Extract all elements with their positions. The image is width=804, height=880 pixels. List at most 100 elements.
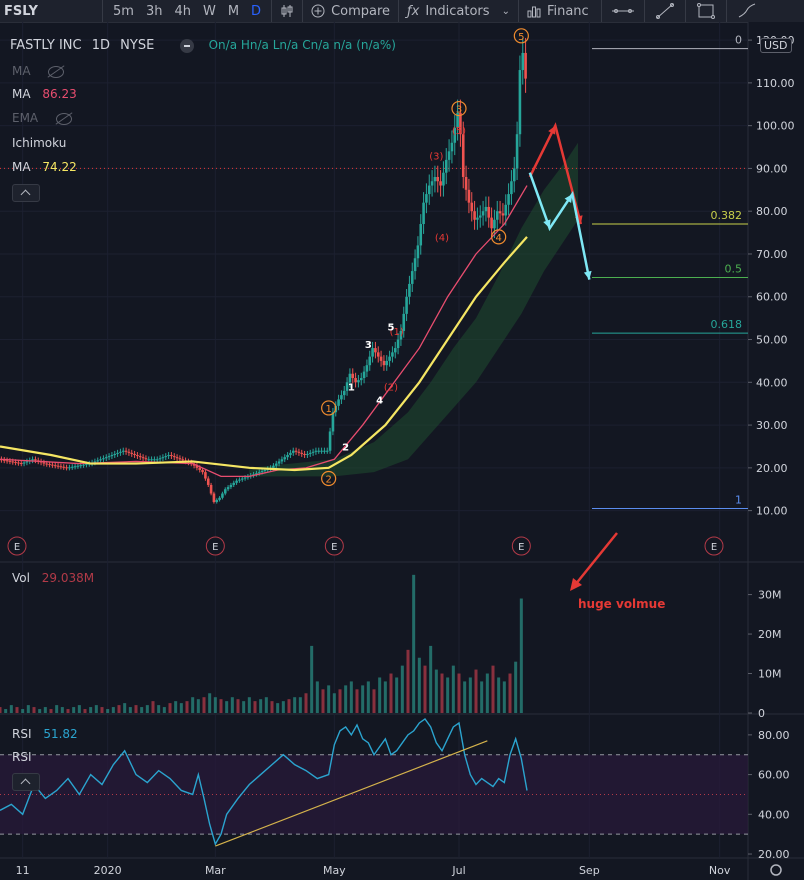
eye-hidden-icon[interactable]	[55, 112, 72, 125]
candle-body	[147, 459, 151, 461]
candle-body	[442, 172, 445, 186]
rsi-legend[interactable]: RSI 51.82	[12, 727, 78, 741]
candle-body	[277, 461, 281, 464]
time-axis-label: 11	[16, 864, 30, 877]
candle-body	[425, 194, 428, 203]
candle-body	[306, 453, 309, 456]
price-tick-label: 50.00	[756, 334, 788, 347]
candle-body	[342, 390, 346, 396]
rsi-tick-label: 40.00	[758, 808, 790, 821]
candle-body	[178, 458, 182, 460]
candle-body	[11, 461, 15, 463]
candle-body	[303, 453, 306, 456]
candle-body	[430, 181, 434, 186]
volume-bar	[9, 705, 13, 713]
price-tick-label: 100.00	[756, 120, 795, 133]
wave-label: (5)	[452, 126, 466, 137]
price-tick-label: 40.00	[756, 376, 788, 389]
wave-label: 2	[325, 475, 331, 486]
candle-body	[433, 176, 437, 182]
time-axis-label: Sep	[579, 864, 600, 877]
volume-legend[interactable]: Vol 29.038M	[12, 571, 94, 585]
volume-bar	[502, 681, 506, 713]
candle-body	[317, 450, 321, 452]
candle-body	[104, 457, 108, 459]
fib-level-label: 0.5	[725, 263, 743, 276]
time-axis-label: 2020	[94, 864, 122, 877]
candle-body	[124, 450, 128, 452]
minus-icon[interactable]	[180, 38, 195, 53]
candle-body	[388, 356, 391, 361]
volume-bar	[281, 701, 285, 713]
candle-body	[374, 348, 377, 353]
volume-bar	[174, 701, 178, 713]
volume-bar	[253, 701, 257, 713]
candle-body	[484, 206, 488, 212]
candle-body	[470, 202, 474, 212]
rsi-value: 51.82	[43, 727, 78, 741]
candle-body	[348, 373, 352, 383]
candle-body	[150, 459, 153, 461]
candle-body	[116, 452, 119, 454]
volume-tick-label: 10M	[758, 668, 782, 681]
indicator-value: 86.23	[42, 87, 77, 101]
candle-body	[51, 464, 54, 466]
candle-body	[410, 271, 414, 284]
candle-body	[436, 176, 440, 182]
wave-label: (2)	[384, 383, 398, 394]
candle-body	[328, 431, 332, 451]
indicator-ma2[interactable]: MA 86.23	[12, 87, 77, 101]
candle-body	[65, 467, 68, 469]
collapse-rsi-button[interactable]	[12, 773, 40, 791]
candle-body	[291, 450, 295, 453]
candle-body	[308, 452, 312, 454]
volume-bar	[83, 709, 87, 713]
candle-body	[476, 217, 479, 220]
candle-body	[487, 206, 491, 218]
volume-bar	[434, 669, 438, 713]
indicator-name: EMA	[12, 111, 39, 125]
indicator-name: Ichimoku	[12, 136, 67, 150]
wave-label: 2	[342, 442, 349, 453]
wave-label: 4	[376, 395, 383, 406]
collapse-legend-button[interactable]	[12, 184, 40, 202]
volume-bar	[38, 709, 42, 713]
candle-body	[323, 450, 326, 452]
price-tick-label: 80.00	[756, 205, 788, 218]
candle-body	[48, 464, 51, 466]
candle-body	[362, 371, 366, 379]
chart-canvas[interactable]: 10.00 20.00 30.00 40.00 50.00 60.00 70.00 80.00…	[0, 0, 804, 880]
candle-body	[405, 296, 408, 314]
rsi-legend-2: RSI	[12, 750, 32, 764]
volume-bar	[429, 645, 433, 713]
candle-body	[493, 219, 496, 229]
volume-bar	[372, 689, 376, 713]
candle-body	[141, 457, 145, 459]
ma-red-line	[0, 185, 528, 478]
candle-body	[504, 204, 508, 216]
candle-body	[325, 450, 329, 452]
volume-bar	[202, 697, 206, 713]
volume-bar	[276, 703, 280, 713]
candle-body	[385, 360, 389, 366]
candle-body	[473, 211, 476, 220]
time-axis-label: Mar	[205, 864, 226, 877]
volume-bar	[474, 669, 478, 713]
price-scale-bg	[748, 22, 804, 880]
symbol-name: FASTLY INC	[10, 38, 82, 53]
candle-body	[257, 472, 261, 474]
indicator-ma3[interactable]: MA 74.22	[12, 160, 77, 174]
eye-hidden-icon[interactable]	[48, 65, 65, 78]
volume-bar	[168, 703, 172, 713]
indicator-ema[interactable]: EMA	[12, 111, 72, 125]
volume-bar	[417, 657, 421, 713]
candle-body	[42, 462, 46, 464]
candle-body	[286, 455, 289, 458]
candle-body	[76, 465, 80, 467]
currency-badge[interactable]: USD	[760, 38, 792, 53]
volume-bar	[451, 665, 455, 713]
indicator-ichimoku[interactable]: Ichimoku	[12, 136, 66, 150]
indicator-ma1[interactable]: MA	[12, 64, 65, 78]
candle-body	[524, 52, 527, 79]
candle-body	[170, 455, 173, 457]
